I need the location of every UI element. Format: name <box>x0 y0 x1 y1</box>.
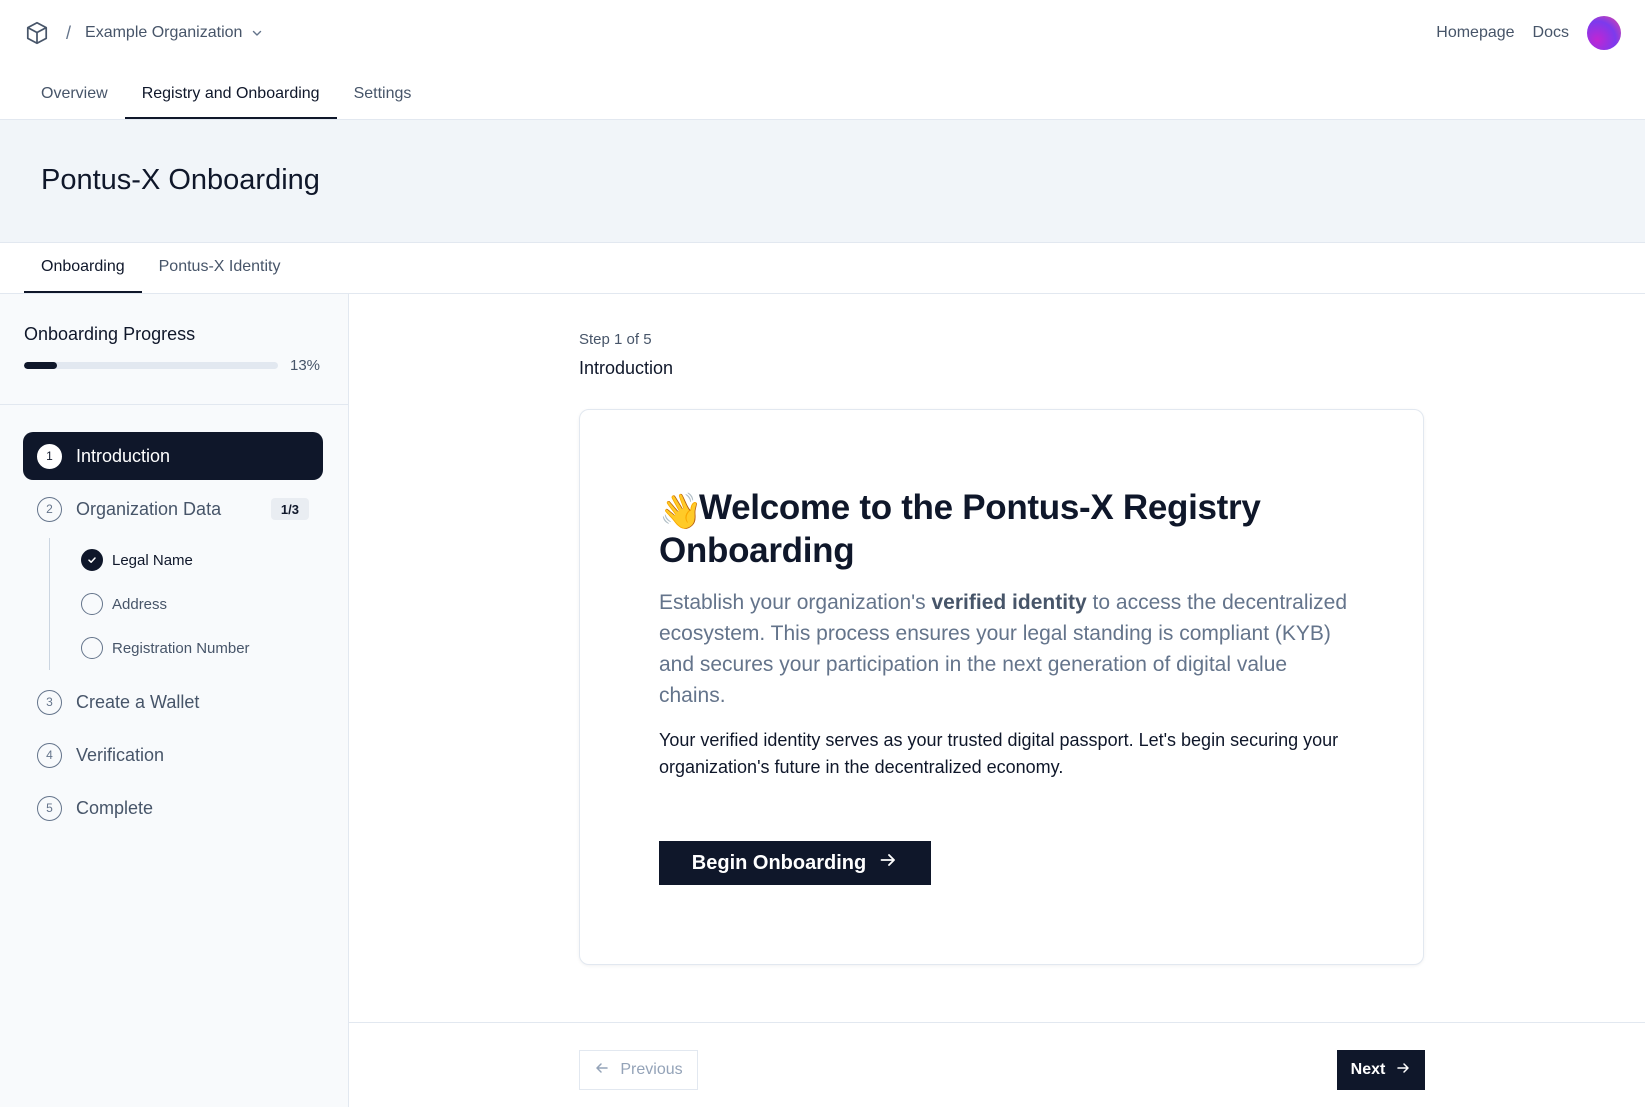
progress-percent: 13% <box>290 357 321 374</box>
arrow-right-icon <box>1395 1060 1411 1081</box>
step-introduction[interactable]: 1 Introduction <box>23 432 323 480</box>
welcome-body: Your verified identity serves as your tr… <box>659 730 1339 777</box>
substep-address[interactable]: Address <box>81 582 323 626</box>
homepage-link[interactable]: Homepage <box>1436 24 1514 42</box>
cube-icon[interactable] <box>24 20 50 46</box>
tab-pontus-x-identity[interactable]: Pontus-X Identity <box>142 243 298 293</box>
step-number: 4 <box>37 742 62 768</box>
step-label: Complete <box>76 797 154 818</box>
begin-onboarding-button[interactable]: Begin Onboarding <box>659 841 931 885</box>
tab-settings[interactable]: Settings <box>337 70 429 119</box>
avatar[interactable] <box>1587 16 1621 50</box>
step-organization-data[interactable]: 2 Organization Data 1/3 <box>23 485 323 533</box>
next-button[interactable]: Next <box>1337 1050 1425 1090</box>
next-label: Next <box>1350 1061 1386 1078</box>
tab-onboarding[interactable]: Onboarding <box>24 243 142 293</box>
begin-onboarding-label: Begin Onboarding <box>691 851 867 874</box>
welcome-title: 👋Welcome to the Pontus-X Registry Onboar… <box>659 488 1299 570</box>
step-list: 1 Introduction 2 Organization Data 1/3 L… <box>23 432 323 837</box>
lead-text-start: Establish your organization's <box>659 591 932 614</box>
substep-legal-name[interactable]: Legal Name <box>81 538 323 582</box>
empty-circle-icon <box>81 593 103 615</box>
page-header: Pontus-X Onboarding <box>0 120 1645 243</box>
substep-label: Address <box>112 595 168 613</box>
substep-label: Legal Name <box>112 551 193 569</box>
progress-section: Onboarding Progress 13% <box>0 294 348 405</box>
empty-circle-icon <box>81 637 103 659</box>
tab-overview[interactable]: Overview <box>24 70 125 119</box>
step-label: Introduction <box>76 445 171 466</box>
sub-tabs: Onboarding Pontus-X Identity <box>24 243 297 293</box>
substep-label: Registration Number <box>112 639 250 657</box>
previous-label: Previous <box>620 1061 683 1078</box>
docs-link[interactable]: Docs <box>1533 24 1569 42</box>
onboarding-sidebar: Onboarding Progress 13% 1 Introduction 2… <box>0 294 349 1107</box>
footer-divider <box>349 1022 1645 1023</box>
step-number: 3 <box>37 689 62 715</box>
step-heading: Introduction <box>579 358 674 378</box>
welcome-card: 👋Welcome to the Pontus-X Registry Onboar… <box>579 409 1424 965</box>
welcome-lead: Establish your organization's verified i… <box>659 587 1349 711</box>
step-number: 1 <box>37 443 62 469</box>
substep-count-badge: 1/3 <box>270 498 309 520</box>
breadcrumb-separator: / <box>66 22 72 43</box>
progress-title: Onboarding Progress <box>24 324 196 344</box>
step-create-a-wallet[interactable]: 3 Create a Wallet <box>23 678 323 726</box>
welcome-title-text: Welcome to the Pontus-X Registry Onboard… <box>659 488 1261 570</box>
step-label: Verification <box>76 744 165 765</box>
step-complete[interactable]: 5 Complete <box>23 784 323 832</box>
step-label: Organization Data <box>76 498 222 519</box>
step-number: 5 <box>37 795 62 821</box>
page-title: Pontus-X Onboarding <box>41 164 320 196</box>
previous-button[interactable]: Previous <box>579 1050 698 1090</box>
step-verification[interactable]: 4 Verification <box>23 731 323 779</box>
organization-name: Example Organization <box>85 24 243 41</box>
check-circle-icon <box>81 549 103 571</box>
step-number: 2 <box>37 496 62 522</box>
organization-switcher[interactable]: Example Organization <box>85 24 264 42</box>
substep-registration-number[interactable]: Registration Number <box>81 626 323 670</box>
chevron-down-icon <box>250 26 264 40</box>
arrow-left-icon <box>594 1060 610 1081</box>
lead-text-bold: verified identity <box>931 591 1087 614</box>
main-tabs: Overview Registry and Onboarding Setting… <box>24 70 428 119</box>
organization-data-substeps: Legal Name Address Registration Number <box>49 538 323 670</box>
arrow-right-icon <box>878 850 898 876</box>
step-counter: Step 1 of 5 <box>579 331 652 348</box>
step-label: Create a Wallet <box>76 691 200 712</box>
waving-hand-icon: 👋 <box>659 492 703 531</box>
tab-registry-and-onboarding[interactable]: Registry and Onboarding <box>124 70 337 119</box>
progress-bar <box>24 362 278 369</box>
progress-bar-fill <box>24 362 58 369</box>
top-bar: / Example Organization Homepage Docs <box>0 0 1645 66</box>
